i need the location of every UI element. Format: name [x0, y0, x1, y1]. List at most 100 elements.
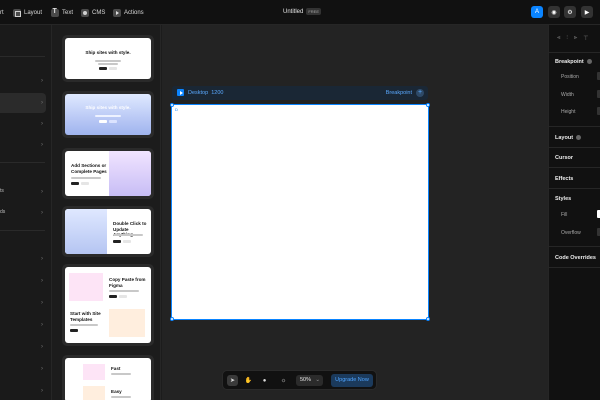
- cms-menu[interactable]: CMS: [81, 7, 105, 18]
- template-preview: Copy Paste from Figma Start with Site Te…: [65, 267, 151, 343]
- template-card[interactable]: Add Sections or Complete Pages: [62, 148, 154, 199]
- actions-menu[interactable]: Actions: [113, 7, 144, 18]
- sidebar-row[interactable]: ›: [0, 77, 52, 87]
- template-heading: Add Sections or Complete Pages: [71, 163, 107, 174]
- sidebar-row[interactable]: ›: [0, 255, 52, 265]
- sidebar-row[interactable]: ›: [0, 99, 52, 109]
- gear-icon: ⚙: [567, 9, 573, 16]
- chevron-right-icon: ›: [41, 256, 43, 262]
- sidebar-row[interactable]: ›: [0, 141, 52, 151]
- resize-handle[interactable]: [426, 103, 430, 107]
- avatar[interactable]: A: [531, 6, 543, 18]
- upgrade-button[interactable]: Upgrade Now: [331, 374, 373, 387]
- sidebar-row[interactable]: ›: [0, 277, 52, 287]
- template-button: [109, 67, 117, 70]
- hand-tool[interactable]: ✋: [243, 375, 254, 386]
- chevron-right-icon: ›: [41, 278, 43, 284]
- frame-width: 1200: [211, 89, 224, 96]
- sidebar-row[interactable]: ›: [0, 343, 52, 353]
- sidebar-row[interactable]: ›: [0, 299, 52, 309]
- width-label: Width: [561, 92, 574, 98]
- frame-name: Desktop: [188, 89, 209, 96]
- settings-button[interactable]: ⚙: [564, 6, 576, 18]
- divider: [549, 147, 600, 148]
- template-card[interactable]: Double Click to Update Anything: [62, 206, 154, 257]
- template-card[interactable]: Ship sites with style.: [62, 91, 154, 138]
- sidebar-row[interactable]: ›: [0, 120, 52, 130]
- add-breakpoint-icon[interactable]: +: [416, 89, 424, 97]
- resize-handle[interactable]: [170, 317, 174, 321]
- template-text-line: [71, 177, 101, 179]
- alignment-toolbar: ⫷ ⫶ ⫸ ⊤: [557, 35, 589, 42]
- sidebar-row[interactable]: ›: [0, 321, 52, 331]
- cursor-section-title[interactable]: Cursor: [555, 155, 573, 161]
- frame-title: Desktop 1200: [188, 90, 224, 96]
- cms-label: CMS: [92, 9, 106, 16]
- resize-handle[interactable]: [426, 317, 430, 321]
- template-text-line: [95, 60, 121, 62]
- actions-label: Actions: [124, 9, 144, 16]
- template-image: [83, 386, 105, 400]
- sidebar-row[interactable]: ›: [0, 387, 52, 397]
- info-icon[interactable]: [576, 135, 582, 141]
- align-center-icon[interactable]: ⫶: [566, 35, 568, 42]
- info-icon[interactable]: [586, 59, 592, 65]
- template-card[interactable]: Ship sites with style.: [62, 35, 154, 82]
- template-text-line: [95, 115, 121, 117]
- comment-icon: ●: [262, 377, 267, 384]
- template-card[interactable]: Fast Easy: [62, 355, 154, 400]
- desktop-frame[interactable]: D: [171, 104, 429, 320]
- document-title[interactable]: Untitled FREE: [283, 8, 322, 15]
- text-menu[interactable]: Text: [51, 7, 73, 18]
- align-left-icon[interactable]: ⫷: [557, 35, 560, 42]
- document-title-text: Untitled: [283, 8, 304, 15]
- divider: [0, 162, 45, 163]
- sun-icon: ☼: [280, 377, 287, 384]
- layout-menu[interactable]: Layout: [13, 7, 42, 18]
- template-card[interactable]: Copy Paste from Figma Start with Site Te…: [62, 264, 154, 346]
- templates-panel: Ship sites with style. Ship sites with s…: [53, 25, 161, 400]
- chevron-right-icon: ›: [41, 344, 43, 350]
- divider: [549, 246, 600, 247]
- breakpoint-button[interactable]: Breakpoint: [386, 90, 412, 96]
- chevron-right-icon: ›: [41, 210, 43, 216]
- layout-section-title[interactable]: Layout: [555, 135, 582, 141]
- zoom-dropdown[interactable]: 50% ⌄: [296, 375, 323, 386]
- align-right-icon[interactable]: ⫸: [574, 35, 577, 42]
- insert-menu[interactable]: rt: [0, 7, 4, 18]
- chevron-right-icon: ›: [41, 388, 43, 394]
- sidebar-row-label: ds: [0, 209, 6, 215]
- divider: [549, 167, 600, 168]
- resize-handle[interactable]: [170, 103, 174, 107]
- template-text-line: [113, 234, 143, 236]
- comment-tool[interactable]: ●: [259, 375, 270, 386]
- top-bar: rt Layout Text CMS Actions Untitled FREE…: [0, 0, 600, 25]
- template-image: [69, 273, 103, 301]
- template-preview: Fast Easy: [65, 358, 151, 400]
- site-settings-button[interactable]: ◉: [548, 6, 560, 18]
- sidebar-row[interactable]: ds ›: [0, 209, 52, 219]
- effects-section-title[interactable]: Effects: [555, 176, 573, 182]
- styles-section-title[interactable]: Styles: [555, 196, 571, 202]
- height-label: Height: [561, 109, 576, 115]
- theme-toggle[interactable]: ☼: [278, 375, 289, 386]
- preview-button[interactable]: ▶: [581, 6, 593, 18]
- template-heading: Fast: [111, 366, 121, 371]
- template-preview: Ship sites with style.: [65, 38, 151, 79]
- cms-icon: [81, 8, 89, 17]
- template-heading: Start with Site Templates: [70, 311, 101, 322]
- align-top-icon[interactable]: ⊤: [583, 35, 588, 42]
- code-overrides-section-title[interactable]: Code Overrides: [555, 255, 596, 261]
- left-panel: › › › › ts › ds › › › › › › › ›: [0, 25, 52, 400]
- chevron-right-icon: ›: [41, 78, 43, 84]
- select-tool[interactable]: ➤: [227, 375, 238, 386]
- template-text-line: [98, 63, 118, 65]
- template-button: [109, 295, 117, 298]
- sidebar-row[interactable]: ›: [0, 365, 52, 375]
- sidebar-row[interactable]: ts ›: [0, 188, 52, 198]
- template-preview: Ship sites with style.: [65, 94, 151, 135]
- template-button: [70, 329, 78, 332]
- template-heading: Ship sites with style.: [85, 105, 131, 110]
- breakpoint-section-title: Breakpoint: [555, 59, 592, 65]
- frame-header[interactable]: Desktop 1200 Breakpoint +: [172, 86, 428, 100]
